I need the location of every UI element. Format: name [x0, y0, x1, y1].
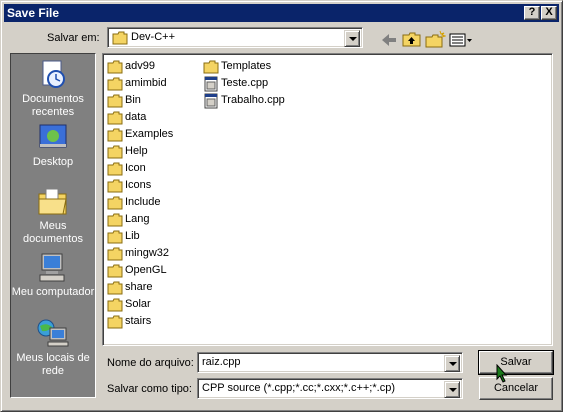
folder-icon — [107, 196, 123, 210]
desktop-icon — [39, 124, 67, 148]
places-bar: Documentos recentes Desktop Meus documen… — [10, 53, 96, 398]
place-label: Desktop — [32, 156, 74, 168]
folder-icon — [107, 264, 123, 278]
item-name: Lang — [125, 213, 150, 225]
save-button[interactable]: Salvar — [478, 350, 554, 375]
item-name: Teste.cpp — [221, 77, 269, 89]
folder-icon — [107, 145, 123, 159]
window-title: Save File — [7, 6, 60, 20]
place-label: Meu computador — [11, 286, 95, 298]
cpp-file-icon — [204, 76, 218, 92]
folder-icon — [107, 315, 123, 329]
mouse-cursor-icon — [496, 364, 508, 383]
filetype-value: CPP source (*.cpp;*.cc;*.cxx;*.c++;*.cp) — [202, 382, 395, 394]
network-places-icon — [37, 319, 69, 347]
save-file-dialog: Save File ? X Salvar em: Dev-C++ Documen… — [0, 0, 563, 412]
folder-icon — [107, 179, 123, 193]
item-name: mingw32 — [125, 247, 170, 259]
place-label: Meus documentos — [23, 220, 83, 245]
item-name: Trabalho.cpp — [221, 94, 285, 106]
item-name: Templates — [221, 60, 272, 72]
folder-icon — [107, 77, 123, 91]
my-computer-icon — [39, 253, 65, 282]
place-my-documents[interactable]: Meus documentos — [11, 186, 95, 246]
item-name: Bin — [125, 94, 141, 106]
place-label: Documentos recentes — [22, 93, 84, 118]
view-menu-icon[interactable] — [448, 30, 474, 50]
folder-icon — [107, 94, 123, 108]
chevron-down-icon[interactable] — [344, 30, 360, 47]
item-name: share — [125, 281, 153, 293]
filename-label: Nome do arquivo: — [107, 357, 194, 369]
item-name: stairs — [125, 315, 152, 327]
up-one-level-icon[interactable] — [401, 30, 423, 50]
my-documents-icon — [38, 188, 67, 215]
folder-icon — [107, 213, 123, 227]
help-button[interactable]: ? — [524, 6, 540, 20]
cancel-button[interactable]: Cancelar — [479, 377, 553, 400]
save-in-label: Salvar em: — [47, 32, 100, 44]
place-label: Meus locais de rede — [16, 352, 90, 377]
place-recent-documents[interactable]: Documentos recentes — [11, 59, 95, 119]
folder-icon — [107, 162, 123, 176]
recent-documents-icon — [42, 60, 65, 88]
filename-input[interactable]: raiz.cpp — [197, 352, 463, 373]
place-my-computer[interactable]: Meu computador — [11, 252, 95, 299]
item-name: data — [125, 111, 147, 123]
folder-icon — [107, 230, 123, 244]
item-name: OpenGL — [125, 264, 167, 276]
item-name: Icon — [125, 162, 146, 174]
back-arrow-icon[interactable] — [378, 30, 400, 50]
place-network[interactable]: Meus locais de rede — [11, 318, 95, 378]
save-in-value: Dev-C++ — [131, 31, 176, 43]
item-name: Solar — [125, 298, 151, 310]
item-name: adv99 — [125, 60, 155, 72]
cpp-file-icon — [204, 93, 218, 109]
folder-icon — [107, 298, 123, 312]
item-name: Examples — [125, 128, 174, 140]
chevron-down-icon[interactable] — [444, 381, 460, 398]
create-new-folder-icon[interactable] — [424, 30, 446, 50]
folder-icon — [107, 247, 123, 261]
item-name: Help — [125, 145, 148, 157]
folder-icon — [203, 60, 219, 74]
item-name: Include — [125, 196, 161, 208]
folder-icon — [107, 281, 123, 295]
folder-icon — [107, 111, 123, 125]
title-bar[interactable]: Save File ? X — [4, 4, 559, 22]
file-list[interactable]: adv99 amimbid Bin data Examples Help Icon Icons… — [102, 53, 553, 346]
item-name: Icons — [125, 179, 152, 191]
folder-icon — [107, 128, 123, 142]
chevron-down-icon[interactable] — [444, 355, 460, 372]
close-button[interactable]: X — [541, 6, 557, 20]
folder-icon — [107, 60, 123, 74]
filetype-select[interactable]: CPP source (*.cpp;*.cc;*.cxx;*.c++;*.cp) — [197, 378, 463, 399]
folder-icon — [112, 31, 128, 45]
filetype-label: Salvar como tipo: — [107, 383, 192, 395]
place-desktop[interactable]: Desktop — [11, 122, 95, 169]
save-in-combo[interactable]: Dev-C++ — [107, 27, 363, 48]
item-name: Lib — [125, 230, 140, 242]
item-name: amimbid — [125, 77, 167, 89]
filename-value: raiz.cpp — [202, 356, 241, 368]
